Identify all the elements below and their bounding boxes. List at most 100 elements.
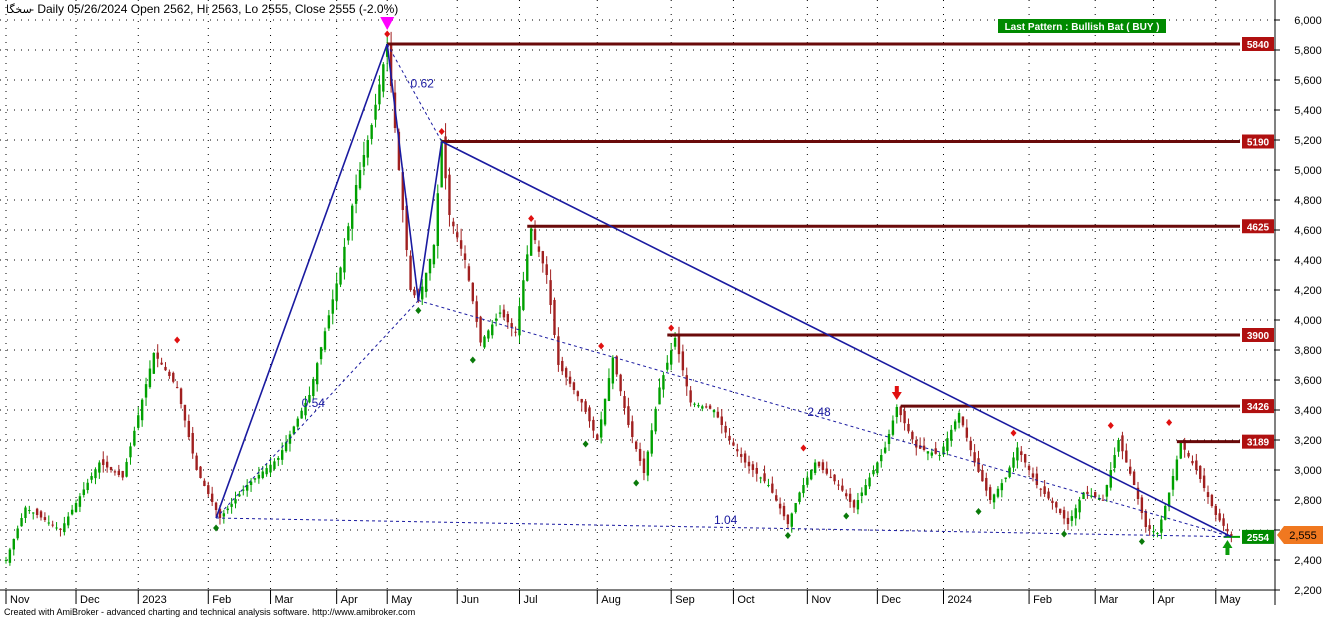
candle-body: [1016, 447, 1019, 461]
candle-body: [778, 503, 782, 509]
candle-body: [140, 399, 144, 421]
candle-body: [891, 420, 895, 435]
candle-body: [452, 221, 455, 227]
last-price-tag: 2,555: [1277, 526, 1323, 544]
candle-body: [409, 255, 412, 290]
candle-body: [448, 174, 451, 215]
candle-body: [1187, 452, 1190, 457]
candle-body: [199, 466, 202, 478]
candle-body: [654, 408, 657, 432]
candle-body: [934, 448, 937, 454]
candle-body: [226, 508, 229, 511]
price-chart[interactable]: 5840 5190 4625 3900 3426 3189 2554 0.62 0.54 2.4…: [0, 0, 1336, 619]
candle-body: [584, 401, 587, 412]
candle-body: [864, 485, 867, 496]
y-tick-label: 5,200: [1294, 135, 1322, 147]
y-tick-label: 2,200: [1294, 585, 1322, 597]
candle-body: [327, 315, 331, 329]
candle-body: [860, 492, 863, 497]
candle-body: [576, 391, 580, 397]
candle-body: [502, 309, 506, 318]
candle-body: [432, 245, 436, 265]
candle-body: [887, 434, 891, 445]
candle-body: [856, 500, 860, 510]
x-tick-label: Jun: [461, 594, 479, 606]
candle-body: [841, 485, 844, 491]
candle-body: [183, 404, 187, 421]
candle-body: [720, 416, 723, 425]
candle-body: [961, 416, 965, 426]
candle: [339, 266, 342, 288]
candle-body: [1132, 471, 1136, 485]
candle: [529, 224, 533, 256]
candle-body: [728, 435, 731, 440]
candle-body: [1086, 491, 1089, 494]
x-tick-label: Sep: [675, 594, 695, 606]
candle-body: [588, 407, 591, 422]
candle: [1132, 470, 1136, 486]
candle-body: [249, 481, 253, 485]
candle-body: [261, 471, 264, 478]
candle-body: [681, 351, 685, 371]
candle-body: [592, 419, 595, 431]
candle: [810, 468, 813, 481]
candle-body: [129, 446, 132, 458]
level-tag-text: 3900: [1247, 331, 1270, 342]
candle-body: [732, 442, 735, 446]
candle-body: [802, 485, 805, 494]
candle-body: [277, 458, 280, 460]
candle-body: [1105, 485, 1109, 497]
candle-body: [148, 368, 152, 388]
candle-body: [973, 452, 976, 463]
candle-body: [876, 462, 879, 474]
candle-body: [1175, 459, 1179, 480]
candle-body: [541, 251, 545, 264]
x-tick-label: Feb: [1033, 594, 1052, 606]
candle-body: [121, 470, 124, 478]
candle-body: [658, 387, 661, 405]
candle-body: [374, 104, 377, 120]
candle-body: [269, 464, 272, 473]
candle-body: [669, 350, 673, 365]
candle-body: [175, 387, 179, 389]
candle-body: [164, 366, 167, 371]
x-tick-label: May: [391, 594, 412, 606]
x-tick-label: 2023: [142, 594, 166, 606]
candle-body: [724, 425, 727, 433]
candle-body: [564, 368, 568, 378]
candle-body: [930, 452, 934, 456]
candle-body: [915, 440, 918, 448]
candle-body: [506, 314, 510, 323]
y-tick-label: 5,800: [1294, 45, 1322, 57]
x-tick-label: Aug: [601, 594, 621, 606]
candle-body: [152, 353, 156, 374]
candle-body: [20, 518, 23, 527]
candle-body: [265, 468, 268, 475]
candle-body: [868, 477, 871, 487]
y-tick-label: 3,400: [1294, 405, 1322, 417]
candle-body: [848, 493, 852, 502]
candle-body: [740, 454, 743, 457]
candle-body: [39, 511, 43, 518]
candle-body: [1066, 517, 1070, 524]
candle-body: [498, 312, 502, 314]
candle-body: [701, 406, 704, 409]
last-price-value: 2,555: [1289, 530, 1317, 542]
candle-body: [1191, 461, 1194, 464]
candle-body: [102, 459, 105, 465]
candle-body: [362, 155, 366, 167]
candle-body: [771, 483, 774, 493]
candle-body: [996, 488, 1000, 497]
candle-body: [988, 487, 992, 500]
candle-body: [210, 493, 214, 502]
x-tick-label: Jul: [523, 594, 537, 606]
candle-body: [70, 509, 74, 515]
candle-body: [323, 331, 327, 350]
pattern-badge: Last Pattern : Bullish Bat ( BUY ): [998, 19, 1166, 33]
candle-body: [487, 330, 490, 339]
candle-body: [833, 474, 836, 482]
candle-body: [1121, 435, 1124, 452]
candle-body: [596, 434, 599, 440]
candle-body: [214, 502, 218, 510]
candle-body: [172, 372, 175, 382]
